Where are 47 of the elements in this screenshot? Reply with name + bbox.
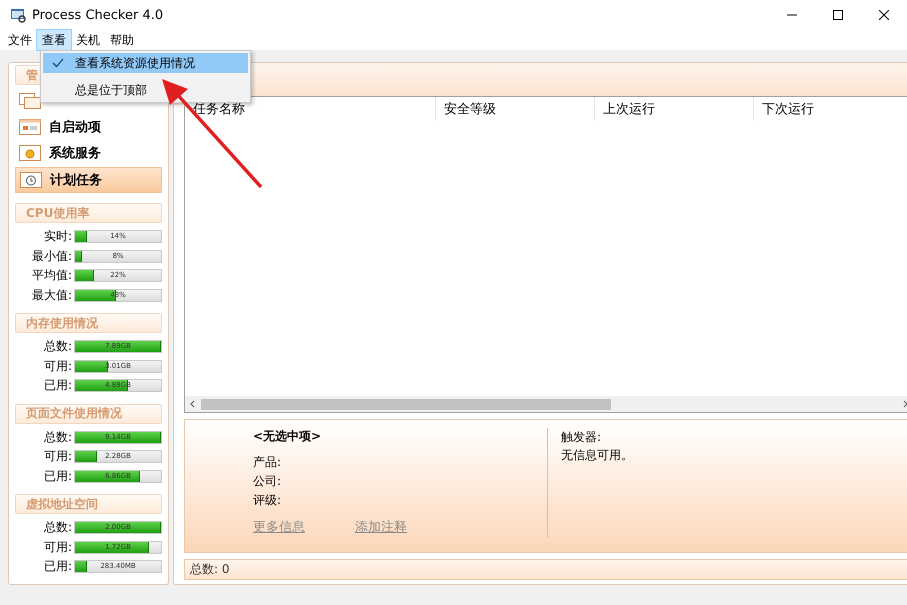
meter-label: 最大值: [30,286,73,304]
horizontal-scrollbar[interactable] [185,396,907,412]
meter-label: 平均值: [30,267,73,284]
window-list-icon [19,119,41,135]
menu-item[interactable]: 帮助 [105,30,139,50]
meter-label: 可用: [42,358,73,375]
meter-label: 总数: [42,338,73,356]
app-icon [10,7,26,23]
section-title: 内存使用情况 [26,314,98,332]
window-title: Process Checker 4.0 [32,8,164,22]
clock-icon [20,172,42,188]
menu-item[interactable]: 文件 [3,30,37,50]
scroll-right-icon[interactable] [901,400,907,408]
meter-label: 已用: [42,377,73,394]
meter-label: 已用: [42,468,73,485]
menu-item[interactable]: 查看 [37,30,71,50]
meter-label: 可用: [42,448,73,466]
meter-label: 总数: [42,428,73,446]
meter-label: 总数: [42,519,73,536]
trigger-label: 触发器: [561,429,602,446]
section-title: 虚拟地址空间 [26,496,98,512]
field-label: 评级: [253,492,282,509]
section-title: 管 [26,66,38,84]
menu-option[interactable]: 查看系统资源使用情况 [43,53,248,73]
trigger-text: 无信息可用。 [561,447,633,464]
scroll-left-icon[interactable] [189,400,197,408]
status-text: 总数: 0 [190,562,230,576]
field-label: 公司: [253,473,282,490]
menu-option[interactable]: 总是位于顶部 [43,80,248,100]
section-title: CPU使用率 [26,204,90,222]
maximize-icon[interactable] [833,10,843,20]
close-icon[interactable] [879,10,889,20]
column-header[interactable]: 下次运行 [754,97,907,121]
column-header[interactable]: 上次运行 [595,97,754,121]
meter-label: 已用: [42,558,73,576]
nav-item[interactable]: 自启动项 [15,115,162,139]
section-title: 页面文件使用情况 [26,405,122,422]
nav-item[interactable]: 系统服务 [15,141,162,165]
details-title: <无选中项> [253,428,322,445]
meter-label: 最小值: [30,248,73,265]
windows-icon [19,93,41,109]
menu-item[interactable]: 关机 [71,30,105,50]
meter-label: 实时: [42,228,73,246]
meter-label: 可用: [42,538,73,556]
nav-item[interactable]: 计划任务 [15,167,162,193]
field-label: 产品: [253,454,282,471]
column-header[interactable]: 安全等级 [436,97,595,121]
